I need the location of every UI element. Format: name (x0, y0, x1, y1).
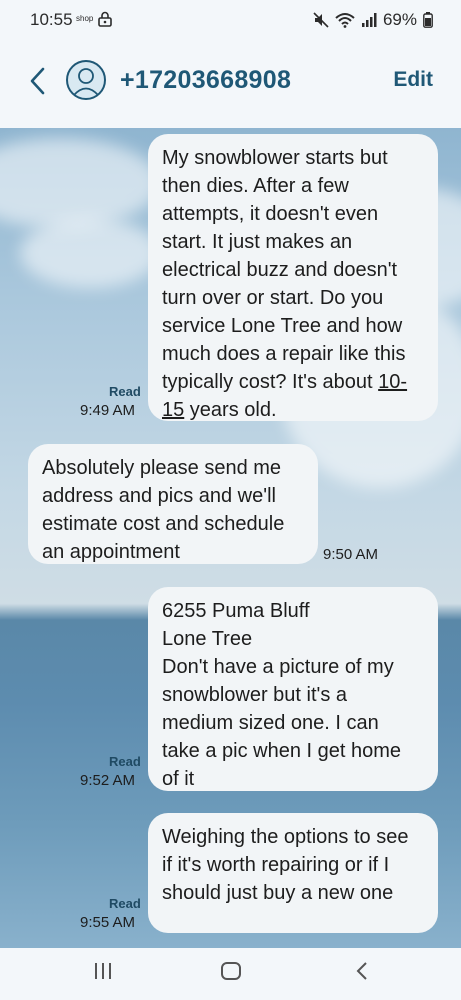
contact-name[interactable]: +17203668908 (120, 66, 291, 95)
message-line: 6255 Puma Bluff (162, 600, 310, 622)
status-time: 10:55 (30, 10, 73, 29)
status-bar: 10:55 shop 69% (0, 0, 461, 40)
battery-icon (423, 12, 433, 28)
shop-label: shop (76, 14, 94, 23)
person-icon (73, 68, 99, 96)
conversation-header: +17203668908 Edit (0, 40, 461, 128)
contact-avatar[interactable] (66, 60, 106, 100)
recent-apps-icon[interactable] (92, 960, 114, 982)
message-bubble-outgoing[interactable]: 6255 Puma Bluff Lone Tree Don't have a p… (148, 587, 438, 791)
message-bubble-incoming[interactable]: Absolutely please send me address and pi… (28, 444, 318, 564)
read-receipt: Read (109, 384, 141, 399)
message-bubble-outgoing[interactable]: My snowblower starts but then dies. Afte… (148, 134, 438, 421)
message-time: 9:52 AM (80, 772, 136, 789)
background-cloud (20, 218, 160, 288)
message-time: 9:55 AM (80, 914, 136, 931)
message-text: My snowblower starts but then dies. Afte… (162, 147, 406, 393)
signal-icon (361, 13, 377, 27)
lock-icon (98, 11, 112, 27)
mute-icon (313, 12, 329, 28)
message-text: Absolutely please send me address and pi… (42, 457, 285, 563)
battery-percent: 69% (382, 10, 417, 29)
message-time: 9:49 AM (80, 402, 136, 419)
message-bubble-outgoing[interactable]: Weighing the options to see if it's wort… (148, 813, 438, 933)
system-nav-bar (0, 948, 461, 1000)
back-nav-icon[interactable] (352, 960, 374, 982)
edit-button[interactable]: Edit (393, 68, 433, 92)
message-text: Weighing the options to see if it's wort… (162, 826, 409, 904)
message-list[interactable]: Read 9:49 AM My snowblower starts but th… (0, 128, 461, 948)
background-cloud (0, 138, 160, 228)
back-arrow-icon[interactable] (28, 66, 48, 96)
status-icons: 69% (313, 10, 433, 30)
read-receipt: Read (109, 754, 141, 769)
message-time: 9:50 AM (323, 546, 379, 563)
message-line: Don't have a picture of my snowblower bu… (162, 656, 402, 790)
wifi-icon (335, 13, 355, 28)
read-receipt: Read (109, 896, 141, 911)
home-icon[interactable] (220, 960, 242, 982)
message-line: Lone Tree (162, 628, 253, 650)
message-text: years old. (184, 399, 277, 421)
